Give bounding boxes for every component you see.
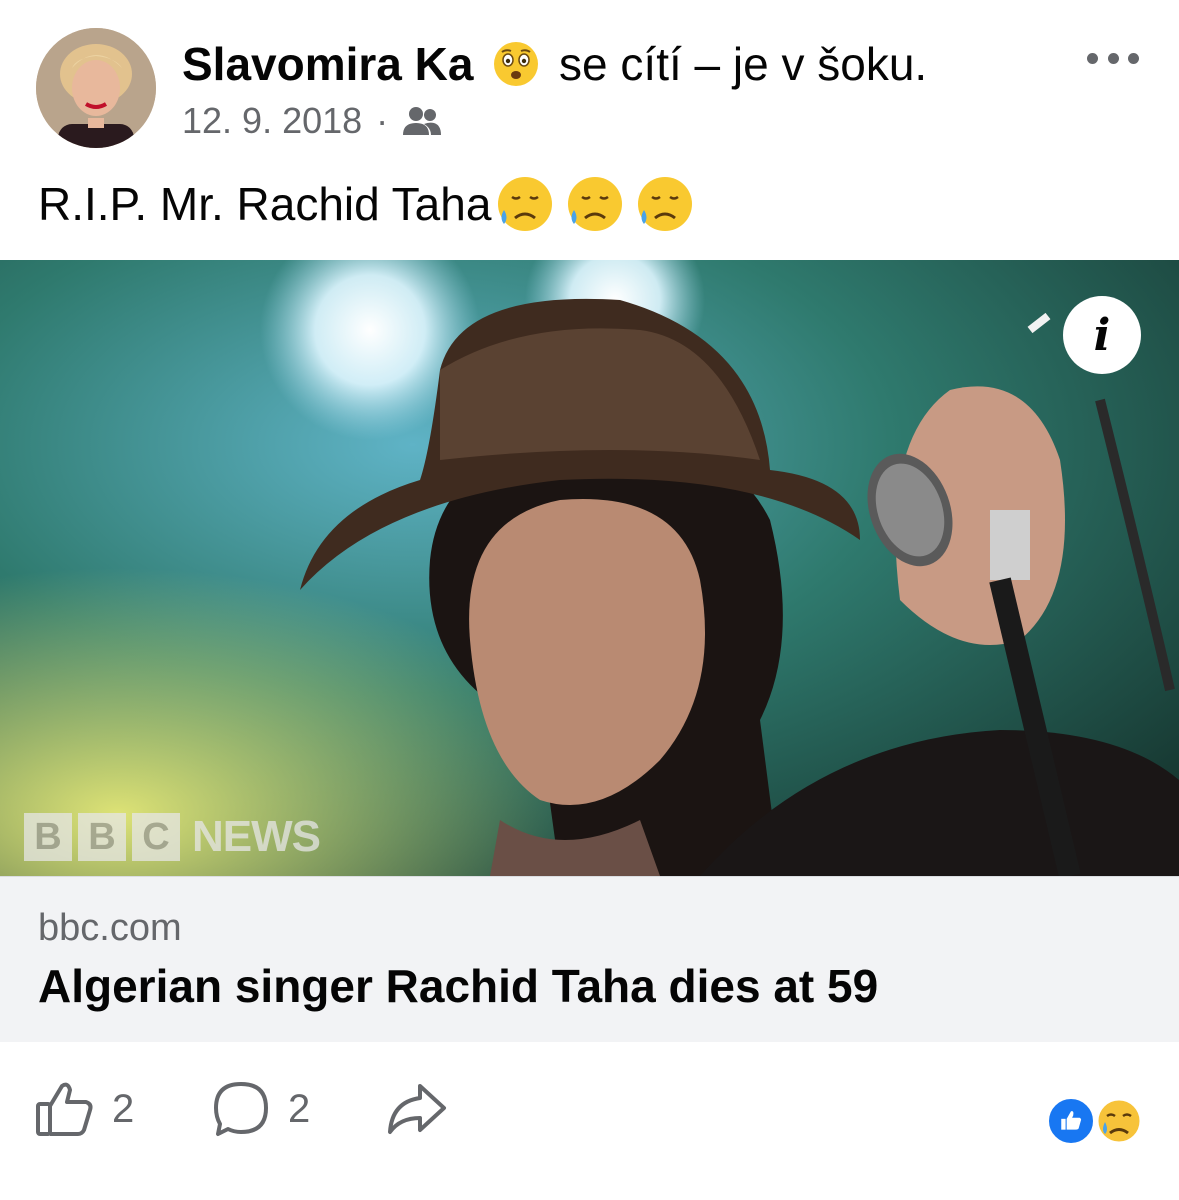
link-domain: bbc.com	[38, 907, 182, 949]
bbc-letter: B	[78, 813, 126, 861]
singer-photo	[0, 260, 1179, 876]
like-reaction-icon	[1046, 1096, 1096, 1146]
post-meta: 12. 9. 2018 ·	[182, 100, 442, 142]
sad-sweat-face-icon	[638, 177, 693, 231]
post-emojis	[495, 174, 695, 234]
more-dot-icon	[1087, 52, 1098, 64]
link-photo[interactable]: i B B C NEWS	[0, 260, 1179, 876]
more-dot-icon	[1107, 52, 1119, 64]
bbc-letter: C	[132, 813, 180, 861]
info-icon[interactable]: i	[1063, 296, 1141, 374]
thumbs-up-glyph-icon	[1061, 1111, 1082, 1130]
bbc-news-word: NEWS	[192, 812, 321, 861]
more-dot-icon	[1128, 52, 1139, 64]
friends-icon[interactable]	[402, 105, 442, 137]
author-name[interactable]: Slavomira Ka	[182, 38, 473, 90]
more-options-button[interactable]	[1087, 40, 1139, 76]
comment-icon	[214, 1082, 268, 1136]
sad-sweat-face-icon	[498, 177, 553, 231]
like-button[interactable]: 2	[34, 1078, 134, 1140]
post-date[interactable]: 12. 9. 2018	[182, 100, 362, 142]
share-icon	[388, 1084, 446, 1134]
author-line: Slavomira Ka se cítí – je v šoku.	[182, 38, 927, 92]
like-count: 2	[112, 1086, 135, 1131]
post-header: Slavomira Ka se cítí – je v šoku. 12. 9.…	[0, 0, 1179, 160]
bbc-news-logo: B B C NEWS	[24, 812, 321, 862]
sad-sweat-face-icon	[568, 177, 623, 231]
sad-reaction-icon	[1095, 1097, 1143, 1145]
post-text: R.I.P. Mr. Rachid Taha	[38, 174, 695, 234]
post-actions: 2 2	[0, 1060, 1179, 1170]
comment-count: 2	[288, 1086, 311, 1131]
link-meta[interactable]: bbc.com Algerian singer Rachid Taha dies…	[0, 876, 1179, 1042]
share-button[interactable]	[386, 1078, 448, 1140]
link-preview-card[interactable]: i B B C NEWS bbc.com Algerian singer Rac…	[0, 260, 1179, 1042]
post-message: R.I.P. Mr. Rachid Taha	[38, 178, 492, 230]
bbc-letter: B	[24, 813, 72, 861]
thumbs-up-icon	[36, 1082, 93, 1136]
feeling-text: se cítí – je v šoku.	[559, 38, 928, 90]
link-headline[interactable]: Algerian singer Rachid Taha dies at 59	[38, 959, 878, 1013]
avatar[interactable]	[36, 28, 156, 148]
avatar-image	[36, 28, 156, 148]
comment-button[interactable]: 2	[210, 1078, 310, 1140]
reactions-summary[interactable]	[1046, 1096, 1146, 1148]
shocked-face-icon	[494, 41, 539, 86]
meta-separator: ·	[376, 100, 389, 141]
